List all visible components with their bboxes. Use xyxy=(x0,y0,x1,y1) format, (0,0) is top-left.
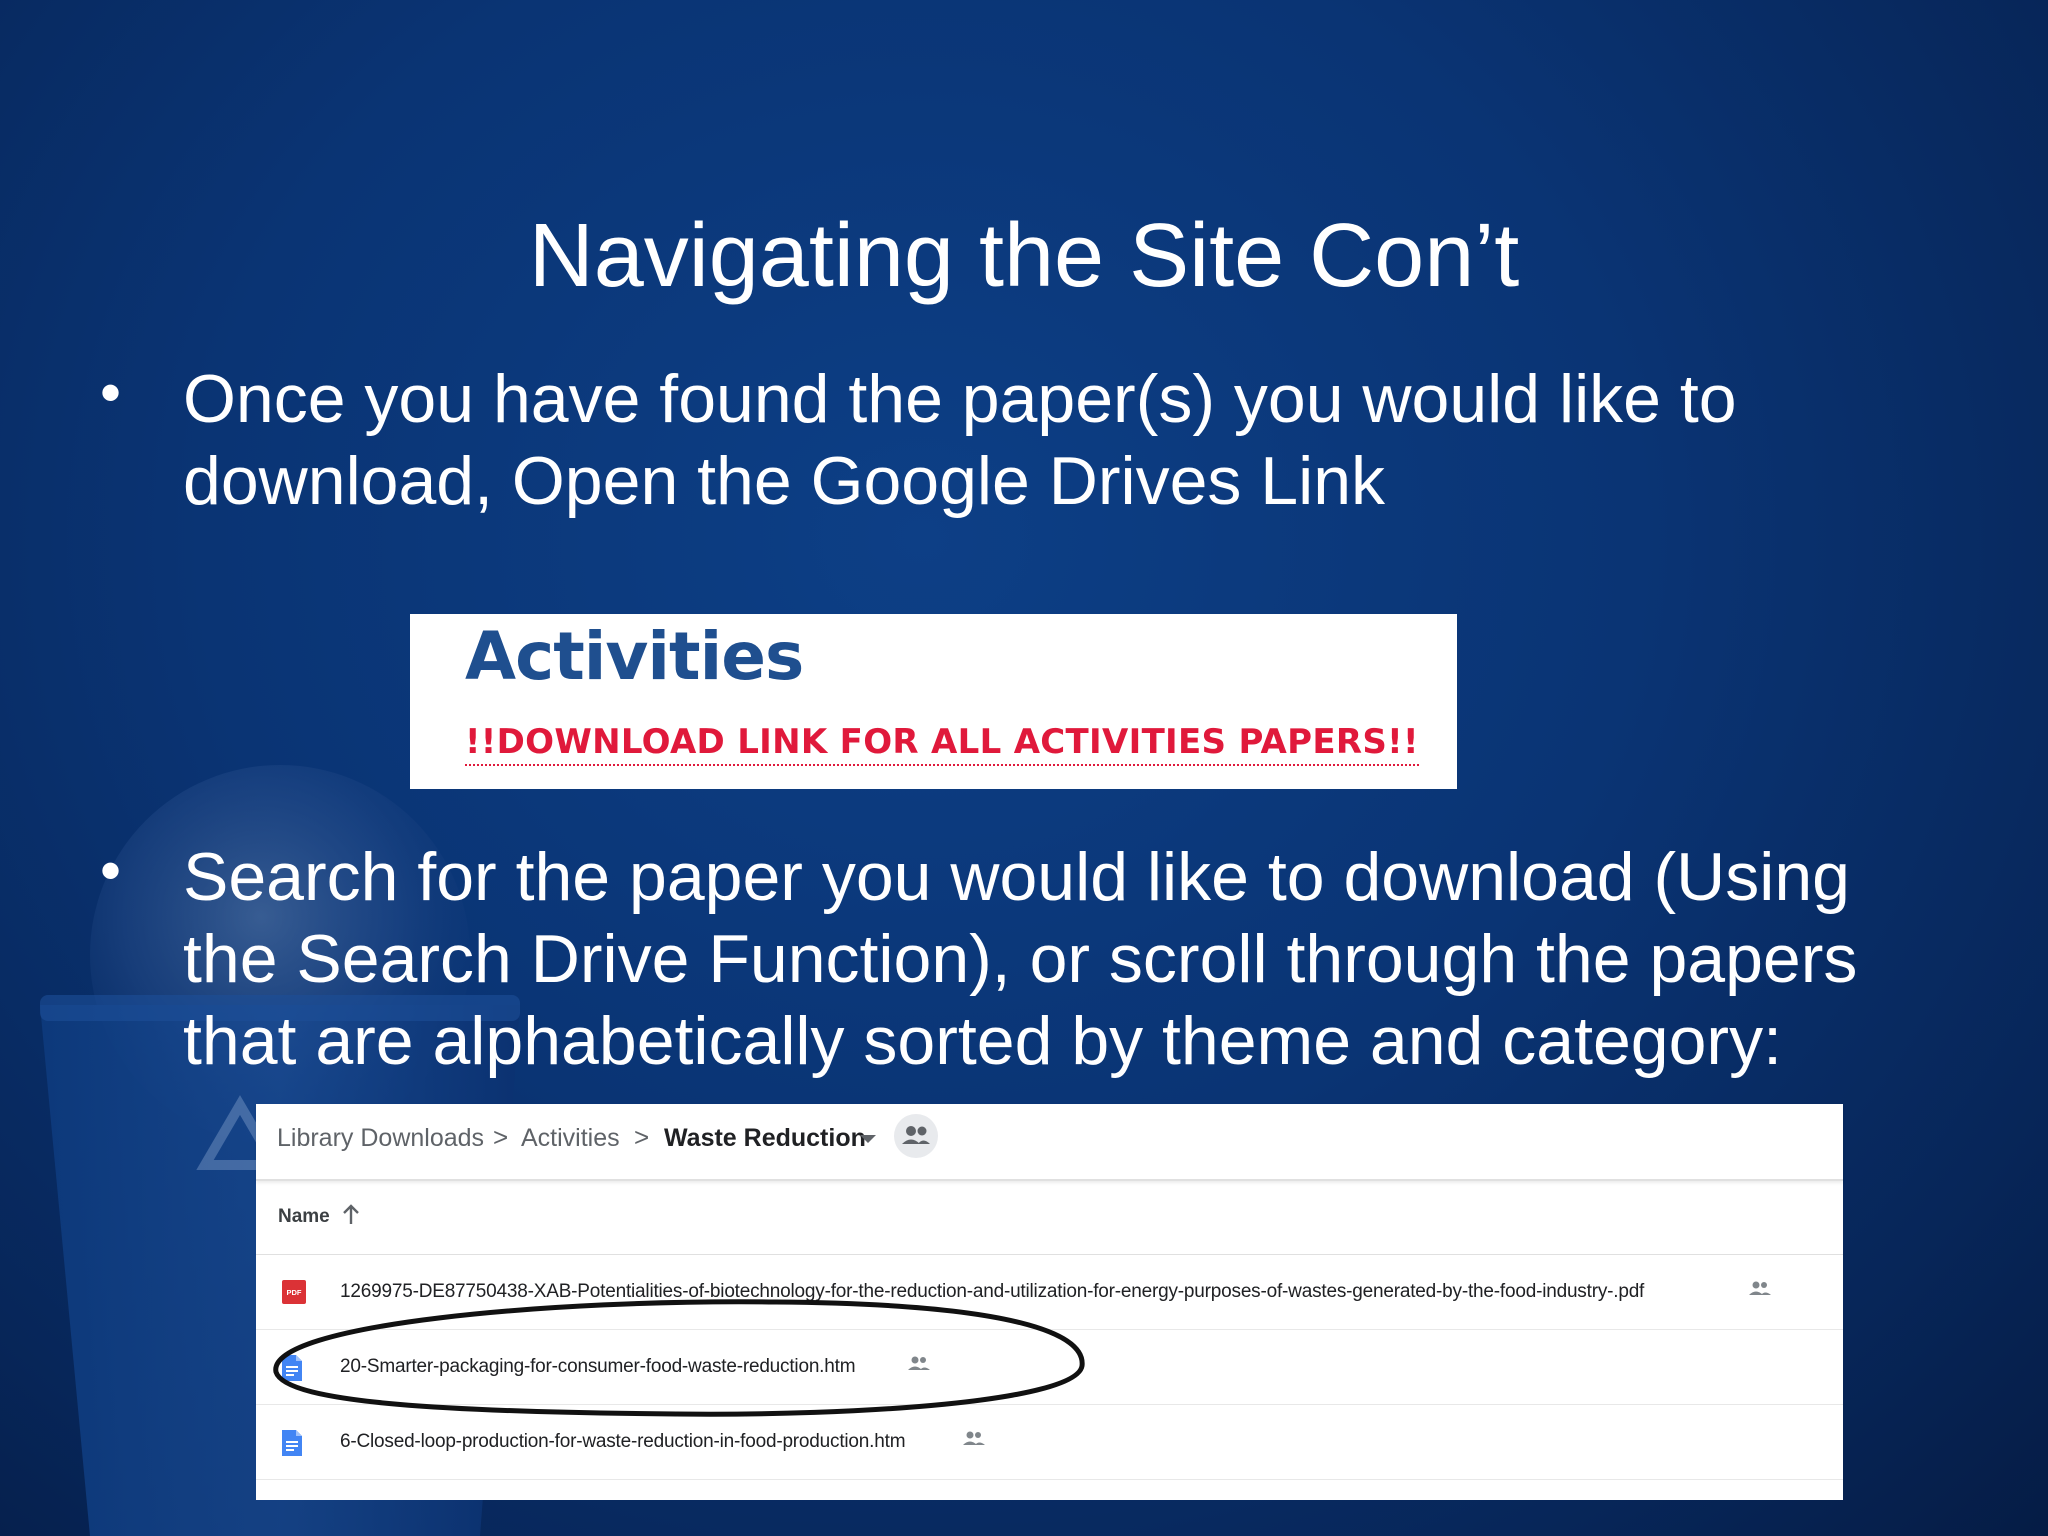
pdf-icon: PDF xyxy=(282,1280,306,1309)
breadcrumb: Library Downloads > Activities > Waste R… xyxy=(256,1104,1843,1181)
download-link[interactable]: !!DOWNLOAD LINK FOR ALL ACTIVITIES PAPER… xyxy=(465,722,1419,766)
breadcrumb-separator: > xyxy=(634,1122,650,1152)
file-row-highlighted[interactable]: 20-Smarter-packaging-for-consumer-food-w… xyxy=(256,1330,1843,1405)
shared-folder-icon[interactable] xyxy=(894,1114,938,1158)
doc-icon xyxy=(282,1355,302,1386)
bullet-text: Once you have found the paper(s) you wou… xyxy=(183,361,1737,519)
bullet-text: Search for the paper you would like to d… xyxy=(183,839,1858,1079)
breadcrumb-separator: > xyxy=(493,1122,509,1152)
file-row[interactable]: PDF 1269975-DE87750438-XAB-Potentialitie… xyxy=(256,1255,1843,1330)
activities-panel: Activities !!DOWNLOAD LINK FOR ALL ACTIV… xyxy=(410,614,1457,789)
bullet-dot: • xyxy=(100,359,122,426)
slide-title: Navigating the Site Con’t xyxy=(528,206,1520,306)
shared-people-icon xyxy=(1747,1279,1773,1304)
chevron-down-icon[interactable] xyxy=(860,1135,876,1143)
drive-folder-view: Library Downloads > Activities > Waste R… xyxy=(256,1104,1843,1500)
file-name[interactable]: 1269975-DE87750438-XAB-Potentialities-of… xyxy=(340,1281,1644,1303)
shared-people-icon xyxy=(906,1354,932,1379)
file-name[interactable]: 20-Smarter-packaging-for-consumer-food-w… xyxy=(340,1356,856,1378)
doc-icon xyxy=(282,1430,302,1461)
pdf-badge-text: PDF xyxy=(287,1288,302,1297)
breadcrumb-waste-reduction[interactable]: Waste Reduction xyxy=(664,1124,866,1153)
file-row[interactable]: 6-Closed-loop-production-for-waste-reduc… xyxy=(256,1405,1843,1480)
bullet-open-drive-link: • Once you have found the paper(s) you w… xyxy=(100,358,1920,528)
arrow-up-icon[interactable] xyxy=(340,1202,362,1233)
shared-people-icon xyxy=(961,1429,987,1454)
activities-heading: Activities xyxy=(465,618,804,695)
breadcrumb-library-downloads[interactable]: Library Downloads xyxy=(277,1124,484,1153)
file-name[interactable]: 6-Closed-loop-production-for-waste-reduc… xyxy=(340,1431,906,1453)
column-header-name[interactable]: Name xyxy=(278,1206,330,1228)
breadcrumb-activities[interactable]: Activities xyxy=(521,1124,620,1153)
bullet-search-papers: • Search for the paper you would like to… xyxy=(100,836,1920,1096)
bullet-dot: • xyxy=(100,837,122,904)
